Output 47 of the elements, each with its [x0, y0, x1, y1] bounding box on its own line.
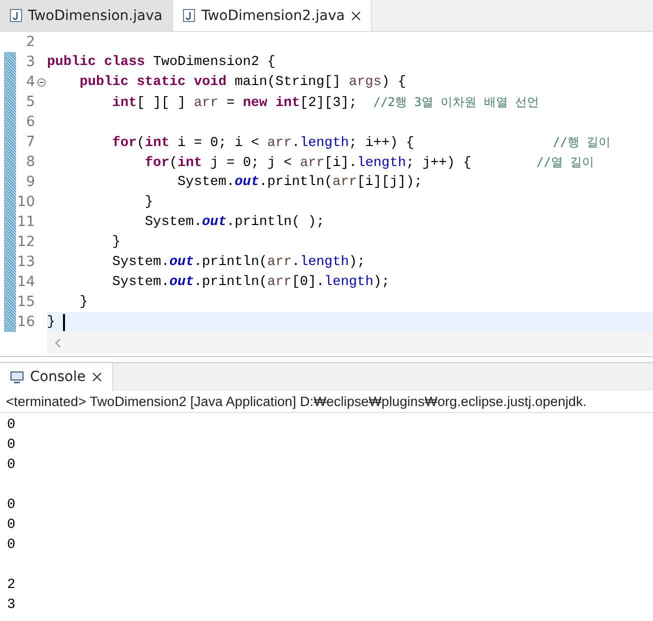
line-number: 16: [16, 314, 35, 330]
code-line: }: [144, 194, 154, 210]
line-number: 14: [16, 274, 35, 290]
code-line: System.out.println( );: [144, 214, 324, 230]
code-line: }: [47, 314, 56, 330]
console-tab[interactable]: Console: [0, 363, 113, 391]
line-number: 7: [25, 134, 35, 150]
line-number: 10: [16, 194, 35, 210]
line-number: 9: [25, 174, 35, 190]
code-line: for(int j = 0; j < arr[i].length; j++) { //열 길이: [144, 154, 594, 170]
java-file-icon: [10, 9, 22, 22]
code-line: }: [111, 234, 120, 250]
line-number: 12: [16, 234, 35, 250]
line-number: 5: [25, 94, 35, 110]
editor-tab[interactable]: TwoDimension.java: [0, 0, 174, 31]
code-line: System.out.println(arr.length);: [111, 254, 366, 270]
line-number: 11: [16, 214, 35, 230]
output-line: 0: [7, 417, 16, 433]
output-line: 0: [7, 457, 16, 473]
line-number: 15: [16, 294, 35, 310]
code-line: public static void main(String[] args) {: [78, 74, 406, 90]
java-file-icon: [183, 9, 196, 22]
scroll-left-icon[interactable]: [55, 338, 61, 348]
close-icon[interactable]: [92, 372, 102, 382]
console-icon: [10, 370, 24, 384]
console-status: <terminated> TwoDimension2 [Java Application] D:₩eclipse₩plugins₩org.eclipse.justj.openjdk.: [0, 391, 653, 413]
output-line: 0: [7, 437, 16, 453]
output-line: 3: [7, 597, 16, 613]
code-line: int[ ][ ] arr = new int[2][3]; //2행 3열 이차원 배열 선언: [111, 94, 540, 110]
editor-tab[interactable]: TwoDimension2.java: [173, 0, 372, 31]
line-number: 4: [25, 74, 35, 90]
line-number: 2: [25, 34, 35, 50]
output-line: 0: [7, 537, 16, 553]
line-number: 8: [25, 154, 35, 170]
output-line: 0: [7, 497, 16, 513]
line-number: 6: [25, 114, 35, 130]
code-line: public class TwoDimension2 {: [47, 54, 276, 70]
code-line: System.out.println(arr[0].length);: [111, 274, 390, 290]
close-icon[interactable]: [350, 10, 361, 20]
line-number: 13: [16, 254, 35, 270]
line-number: 3: [25, 54, 35, 70]
code-line: System.out.println(arr[i][j]);: [176, 174, 422, 190]
output-line: 0: [7, 517, 16, 533]
collapse-icon[interactable]: [36, 78, 46, 86]
code-line: }: [78, 294, 88, 310]
output-line: 2: [7, 577, 16, 593]
code-line: for(int i = 0; i < arr.length; i++) { //행 길이: [111, 134, 611, 150]
